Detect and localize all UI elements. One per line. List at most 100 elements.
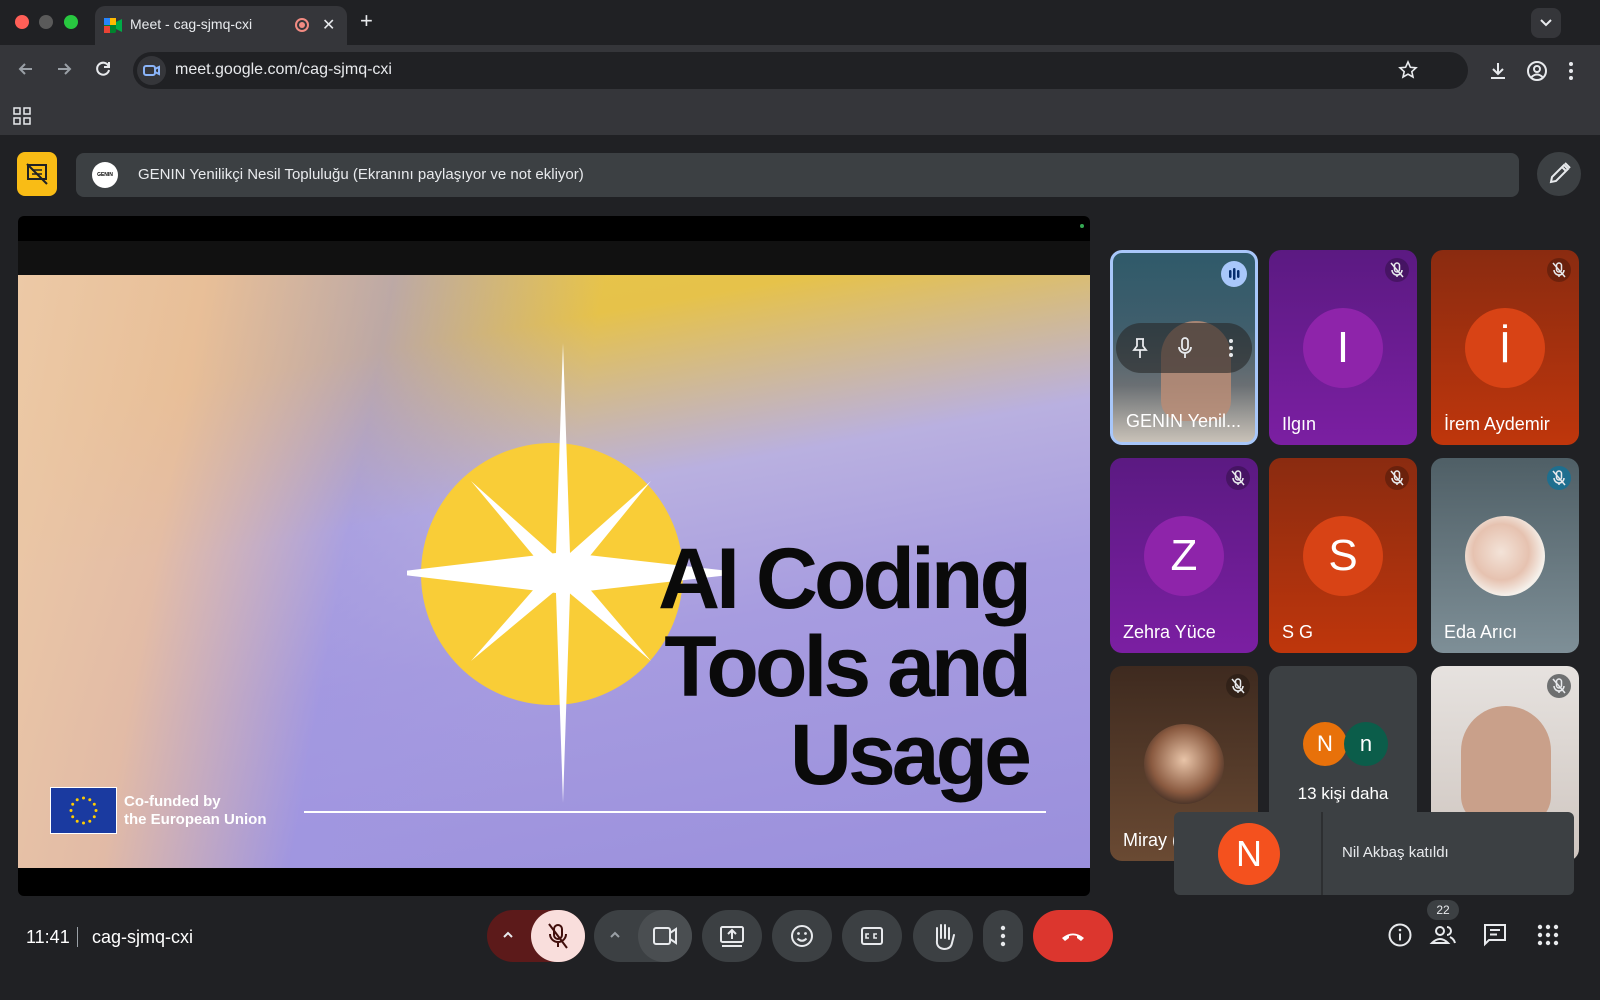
url-text: meet.google.com/cag-sjmq-cxi xyxy=(175,61,392,78)
participant-avatar: n xyxy=(1344,722,1388,766)
back-icon[interactable] xyxy=(16,59,36,79)
slide: AI Coding Tools and Usage Co-funded by t… xyxy=(18,275,1090,868)
participant-avatar-photo xyxy=(1465,516,1545,596)
mic-icon[interactable] xyxy=(1176,337,1194,359)
camera-badge-icon xyxy=(143,65,160,76)
close-tab-icon[interactable]: ✕ xyxy=(322,15,335,35)
present-screen-button[interactable] xyxy=(702,910,762,962)
participant-avatar: I xyxy=(1303,308,1383,388)
browser-tabstrip: Meet - cag-sjmq-cxi ✕ + xyxy=(0,0,1600,45)
participant-avatar: Z xyxy=(1144,516,1224,596)
more-options-icon[interactable] xyxy=(1228,337,1234,359)
participant-video xyxy=(1461,706,1551,826)
eu-funding-line: the European Union xyxy=(124,811,267,828)
close-window-button[interactable] xyxy=(15,15,29,29)
participant-name: S G xyxy=(1282,622,1314,642)
emoji-icon xyxy=(791,925,813,947)
raise-hand-button[interactable] xyxy=(913,910,973,962)
muted-mic-icon xyxy=(1385,258,1409,282)
pin-icon[interactable] xyxy=(1130,337,1150,359)
video-options-chevron-icon[interactable] xyxy=(608,928,622,942)
tab-title: Meet - cag-sjmq-cxi xyxy=(130,16,253,32)
participant-tile[interactable]: S S G xyxy=(1269,458,1417,653)
presentation-topbar xyxy=(18,241,1090,275)
forward-icon[interactable] xyxy=(54,59,74,79)
participant-tile[interactable]: İ İrem Aydemir xyxy=(1431,250,1579,445)
annotate-button[interactable] xyxy=(1537,152,1581,196)
chat-icon[interactable] xyxy=(1482,922,1508,948)
raise-hand-icon xyxy=(935,924,955,951)
presenter-banner: GENIN GENIN Yenilikçi Nesil Topluluğu (E… xyxy=(76,153,1519,197)
meeting-code: cag-sjmq-cxi xyxy=(92,927,194,947)
meet-favicon-icon xyxy=(104,18,122,33)
audio-options-chevron-icon[interactable] xyxy=(501,928,515,942)
recording-icon xyxy=(295,18,309,32)
participant-avatar-photo xyxy=(1144,724,1224,804)
live-dot xyxy=(1080,224,1084,228)
participant-avatar: S xyxy=(1303,516,1383,596)
address-bar[interactable]: meet.google.com/cag-sjmq-cxi xyxy=(133,52,1468,89)
pen-icon xyxy=(1549,162,1571,184)
more-vert-icon xyxy=(1000,925,1006,947)
meeting-info-icon[interactable] xyxy=(1387,922,1413,948)
joined-participant-avatar: N xyxy=(1218,823,1280,885)
reload-icon[interactable] xyxy=(93,59,113,79)
muted-mic-icon xyxy=(1385,466,1409,490)
muted-mic-icon xyxy=(1547,674,1571,698)
participant-tile[interactable]: I Ilgın xyxy=(1269,250,1417,445)
minimize-window-button[interactable] xyxy=(39,15,53,29)
more-participants-label: 13 kişi daha xyxy=(1297,784,1389,803)
participant-name: Miray ( xyxy=(1123,830,1178,850)
participant-name: İrem Aydemir xyxy=(1444,414,1550,434)
slide-title-line: Usage xyxy=(789,707,1032,803)
eu-flag-logo xyxy=(50,787,117,834)
reactions-button[interactable] xyxy=(772,910,832,962)
muted-mic-icon xyxy=(1226,466,1250,490)
muted-mic-icon xyxy=(1226,674,1250,698)
mic-control-group xyxy=(487,910,585,962)
activities-grid-icon[interactable] xyxy=(1536,923,1560,947)
join-notification: N Nil Akbaş katıldı xyxy=(1174,812,1574,895)
participant-name: GENIN Yenil... xyxy=(1126,411,1242,431)
presenter-logo: GENIN xyxy=(92,162,118,188)
captions-button[interactable] xyxy=(842,910,902,962)
new-tab-icon[interactable]: + xyxy=(360,8,373,34)
bookmarks-bar xyxy=(0,95,1600,135)
participant-tile[interactable]: GENIN Yenil... xyxy=(1110,250,1258,445)
video-camera-icon xyxy=(653,927,677,945)
leave-call-button[interactable] xyxy=(1033,910,1113,962)
mic-toggle-button[interactable] xyxy=(531,910,585,962)
tab-search-button[interactable] xyxy=(1531,8,1561,38)
maximize-window-button[interactable] xyxy=(64,15,78,29)
apps-grid-icon[interactable] xyxy=(13,107,31,125)
site-info-button[interactable] xyxy=(137,56,166,85)
hang-up-icon xyxy=(1062,933,1084,941)
bookmark-star-icon[interactable] xyxy=(1398,60,1418,80)
stop-presenting-button[interactable] xyxy=(17,152,57,196)
more-options-button[interactable] xyxy=(983,910,1023,962)
profile-icon[interactable] xyxy=(1526,60,1548,82)
participant-name: Ilgın xyxy=(1282,414,1317,434)
participant-tile[interactable]: Eda Arıcı xyxy=(1431,458,1579,653)
slide-title-line: Tools and xyxy=(664,619,1032,715)
download-icon[interactable] xyxy=(1487,60,1509,82)
presentation-stage[interactable]: AI Coding Tools and Usage Co-funded by t… xyxy=(18,216,1090,896)
muted-mic-icon xyxy=(1547,466,1571,490)
speaking-indicator-icon xyxy=(1221,261,1247,287)
slide-title-line: AI Coding xyxy=(657,531,1032,627)
browser-tab[interactable]: Meet - cag-sjmq-cxi ✕ xyxy=(95,6,347,45)
slide-title: AI Coding Tools and Usage xyxy=(608,531,1032,803)
browser-menu-icon[interactable] xyxy=(1568,60,1574,82)
participant-avatar: İ xyxy=(1465,308,1545,388)
screen-share-off-icon xyxy=(26,163,48,185)
camera-toggle-button[interactable] xyxy=(638,910,692,962)
mic-off-icon xyxy=(548,923,568,949)
divider xyxy=(77,927,78,947)
people-icon[interactable] xyxy=(1429,922,1457,948)
slide-divider xyxy=(304,811,1046,813)
chevron-down-icon xyxy=(1540,19,1552,27)
muted-mic-icon xyxy=(1547,258,1571,282)
meeting-time: 11:41 xyxy=(26,927,70,947)
presenter-banner-text: GENIN Yenilikçi Nesil Topluluğu (Ekranın… xyxy=(138,166,584,183)
participant-tile[interactable]: Z Zehra Yüce xyxy=(1110,458,1258,653)
